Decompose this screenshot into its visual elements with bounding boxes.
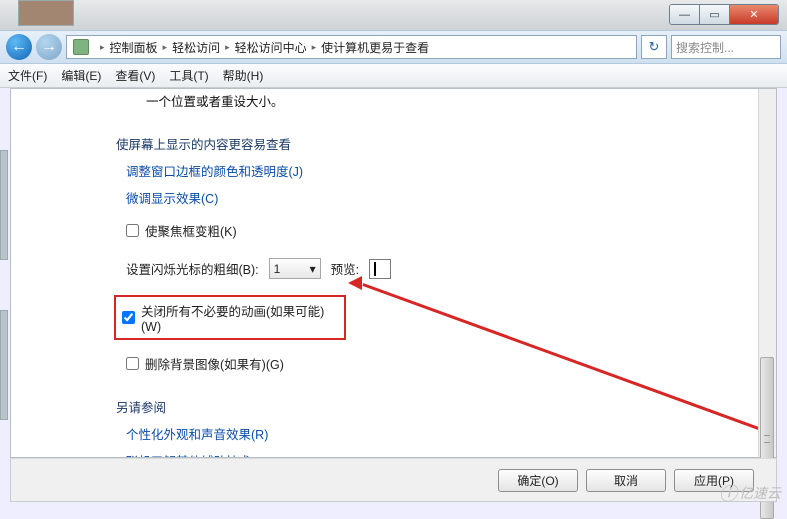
bc-item[interactable]: 控制面板 [110, 39, 158, 56]
annotation-arrow-head [341, 276, 362, 290]
chevron-down-icon: ▾ [310, 262, 316, 276]
check-focus-bold-label: 使聚焦框变粗(K) [145, 221, 237, 240]
nav-forward-button[interactable]: → [36, 34, 62, 60]
check-remove-bg-row[interactable]: 删除背景图像(如果有)(G) [126, 354, 728, 373]
window-caption: — ▭ ✕ [0, 0, 787, 30]
fragment-text: 一个位置或者重设大小。 [146, 91, 728, 110]
ok-button[interactable]: 确定(O) [498, 469, 578, 492]
check-focus-bold[interactable] [126, 224, 139, 237]
navbar: ← → ▸ 控制面板 ▸ 轻松访问 ▸ 轻松访问中心 ▸ 使计算机更易于查看 ↻… [0, 30, 787, 64]
menu-file[interactable]: 文件(F) [8, 67, 47, 84]
bg-thumb [0, 150, 8, 260]
menu-tools[interactable]: 工具(T) [169, 67, 208, 84]
button-panel: 确定(O) 取消 应用(P) [10, 458, 777, 502]
cursor-thickness-label: 设置闪烁光标的粗细(B): [126, 259, 259, 278]
check-remove-bg-label: 删除背景图像(如果有)(G) [145, 354, 284, 373]
menu-edit[interactable]: 编辑(E) [61, 67, 101, 84]
chevron-right-icon: ▸ [163, 42, 168, 53]
chevron-right-icon: ▸ [225, 42, 230, 53]
link-finetune-display[interactable]: 微调显示效果(C) [126, 188, 728, 207]
cursor-preview [369, 259, 391, 279]
check-disable-anim-label: 关闭所有不必要的动画(如果可能)(W) [141, 301, 338, 334]
watermark-text: 亿速云 [739, 483, 781, 503]
search-input[interactable]: 搜索控制... [671, 35, 781, 59]
bc-item[interactable]: 轻松访问 [172, 39, 220, 56]
bg-thumb [18, 0, 74, 26]
link-personalize[interactable]: 个性化外观和声音效果(R) [126, 424, 728, 443]
section-display-heading: 使屏幕上显示的内容更容易查看 [116, 134, 728, 153]
link-adjust-border[interactable]: 调整窗口边框的颜色和透明度(J) [126, 161, 728, 180]
check-disable-animations[interactable] [122, 311, 135, 324]
section-seealso-heading: 另请参阅 [116, 397, 728, 416]
cancel-button[interactable]: 取消 [586, 469, 666, 492]
scrollbar[interactable] [758, 89, 776, 457]
cursor-thickness-row: 设置闪烁光标的粗细(B): 1 ▾ 预览: [126, 258, 728, 279]
menu-help[interactable]: 帮助(H) [223, 67, 264, 84]
close-button[interactable]: ✕ [730, 5, 778, 24]
cursor-thickness-select[interactable]: 1 ▾ [269, 258, 321, 279]
breadcrumb-icon [73, 39, 89, 55]
cursor-thickness-value: 1 [274, 262, 281, 276]
chevron-right-icon: ▸ [312, 42, 317, 53]
bc-root-chevron: ▸ [100, 42, 105, 53]
maximize-button[interactable]: ▭ [700, 5, 730, 24]
refresh-button[interactable]: ↻ [641, 35, 667, 59]
content: 一个位置或者重设大小。 使屏幕上显示的内容更容易查看 调整窗口边框的颜色和透明度… [11, 89, 758, 457]
bc-item[interactable]: 轻松访问中心 [235, 39, 307, 56]
check-disable-anim-row[interactable]: 关闭所有不必要的动画(如果可能)(W) [122, 301, 338, 334]
link-learn-assist[interactable]: 联机了解其他辅助技术 [126, 451, 728, 457]
watermark-logo-icon: ⓘ [719, 480, 737, 506]
content-wrap: 一个位置或者重设大小。 使屏幕上显示的内容更容易查看 调整窗口边框的颜色和透明度… [10, 88, 777, 458]
caption-button-group: — ▭ ✕ [669, 4, 779, 25]
minimize-button[interactable]: — [670, 5, 700, 24]
check-focus-bold-row[interactable]: 使聚焦框变粗(K) [126, 221, 728, 240]
bg-thumb [0, 310, 8, 420]
menu-view[interactable]: 查看(V) [115, 67, 155, 84]
bc-item[interactable]: 使计算机更易于查看 [321, 39, 429, 56]
menubar: 文件(F) 编辑(E) 查看(V) 工具(T) 帮助(H) [0, 64, 787, 88]
watermark: ⓘ 亿速云 [719, 480, 781, 506]
nav-back-button[interactable]: ← [6, 34, 32, 60]
breadcrumb[interactable]: ▸ 控制面板 ▸ 轻松访问 ▸ 轻松访问中心 ▸ 使计算机更易于查看 [66, 35, 637, 59]
annotation-highlight: 关闭所有不必要的动画(如果可能)(W) [114, 295, 346, 340]
check-remove-bg[interactable] [126, 357, 139, 370]
